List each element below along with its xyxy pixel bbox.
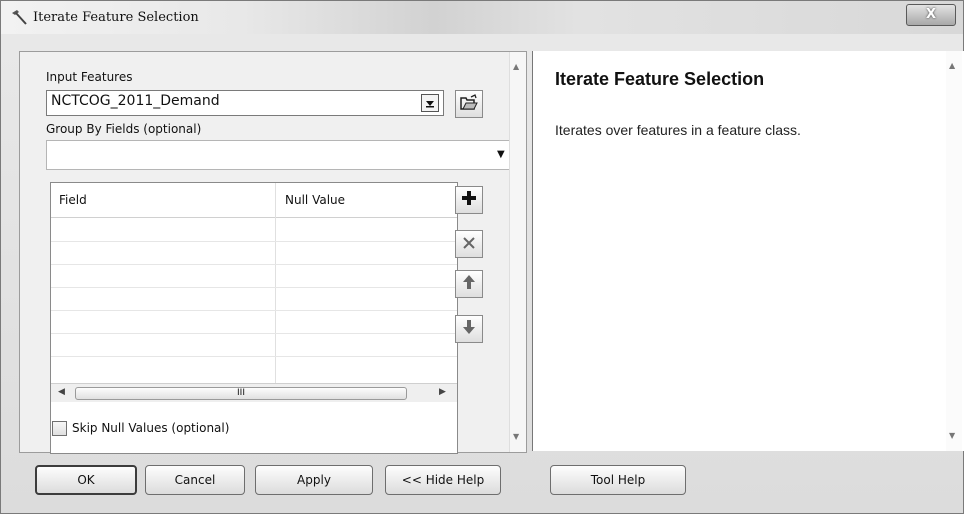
input-features-value: NCTCOG_2011_Demand — [51, 93, 220, 109]
apply-button[interactable]: Apply — [255, 465, 373, 495]
column-header-field[interactable]: Field — [59, 193, 87, 207]
add-icon — [461, 190, 477, 210]
browse-button[interactable] — [455, 90, 483, 118]
scroll-down-icon[interactable]: ▼ — [949, 431, 955, 440]
parameters-vertical-scrollbar[interactable]: ▲ ▼ — [509, 52, 526, 452]
add-row-button[interactable] — [455, 186, 483, 214]
input-features-label: Input Features — [46, 70, 133, 84]
scrollbar-thumb[interactable]: III — [75, 387, 407, 400]
hide-help-button[interactable]: << Hide Help — [385, 465, 501, 495]
move-down-icon — [462, 319, 476, 339]
skip-null-checkbox[interactable] — [52, 421, 67, 436]
table-row[interactable] — [51, 310, 457, 311]
input-features-dropdown-button[interactable] — [421, 94, 439, 112]
horizontal-scrollbar[interactable]: ◀ III ▶ — [51, 383, 457, 402]
fields-table: Field Null Value ◀ III ▶ — [50, 182, 458, 454]
table-header: Field Null Value — [51, 183, 457, 218]
cancel-button[interactable]: Cancel — [145, 465, 245, 495]
scroll-left-icon[interactable]: ◀ — [58, 387, 65, 397]
help-text: Iterates over features in a feature clas… — [555, 122, 801, 138]
help-vertical-scrollbar[interactable]: ▲ ▼ — [946, 51, 962, 451]
delete-row-button[interactable] — [455, 230, 483, 258]
skip-null-label: Skip Null Values (optional) — [72, 421, 230, 435]
column-divider — [275, 183, 276, 383]
help-title: Iterate Feature Selection — [555, 69, 765, 89]
open-folder-icon — [459, 93, 479, 115]
table-row[interactable] — [51, 264, 457, 265]
window-title: Iterate Feature Selection — [33, 10, 199, 25]
close-button[interactable]: X — [906, 4, 956, 26]
group-by-combo[interactable]: ▼ — [46, 140, 514, 170]
table-row[interactable] — [51, 241, 457, 242]
title-bar[interactable]: Iterate Feature Selection X — [1, 1, 963, 34]
table-row[interactable] — [51, 287, 457, 288]
scroll-up-icon[interactable]: ▲ — [949, 61, 955, 70]
scroll-right-icon[interactable]: ▶ — [439, 387, 446, 397]
ok-button[interactable]: OK — [35, 465, 137, 495]
group-by-label: Group By Fields (optional) — [46, 122, 202, 136]
hammer-icon — [10, 9, 28, 27]
help-pane: Iterate Feature Selection Iterates over … — [532, 51, 964, 451]
move-up-icon — [462, 274, 476, 294]
dialog-window: Iterate Feature Selection X Input Featur… — [0, 0, 964, 514]
table-row[interactable] — [51, 356, 457, 357]
move-down-button[interactable] — [455, 315, 483, 343]
chevron-down-icon[interactable]: ▼ — [497, 149, 505, 160]
move-up-button[interactable] — [455, 270, 483, 298]
delete-icon — [462, 235, 476, 254]
table-row[interactable] — [51, 333, 457, 334]
scroll-up-icon[interactable]: ▲ — [513, 62, 519, 71]
input-features-combo[interactable]: NCTCOG_2011_Demand — [46, 90, 444, 116]
column-header-null-value[interactable]: Null Value — [285, 193, 345, 207]
parameters-pane: Input Features NCTCOG_2011_Demand Group … — [19, 51, 527, 454]
scroll-down-icon[interactable]: ▼ — [513, 432, 519, 441]
tool-help-button[interactable]: Tool Help — [550, 465, 686, 495]
